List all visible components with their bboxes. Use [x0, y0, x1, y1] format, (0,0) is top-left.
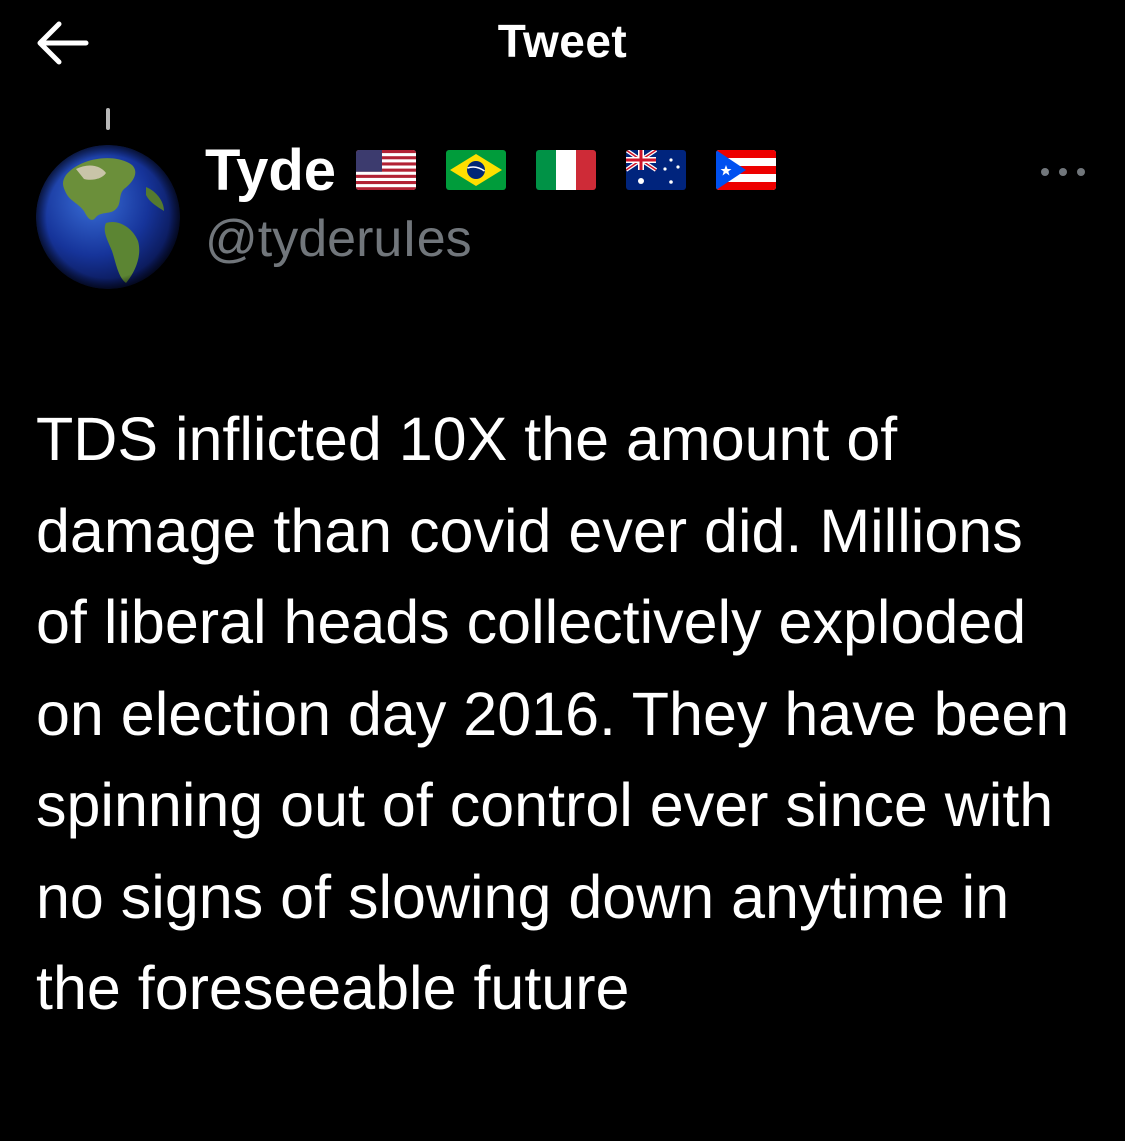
us-flag-icon: [356, 150, 417, 190]
brazil-flag-icon: [446, 150, 507, 190]
puerto-rico-flag-icon: [716, 150, 777, 190]
globe-avatar-icon: [36, 145, 180, 289]
author-info: Tyde @tyderuIes: [205, 135, 806, 269]
australia-flag-icon: [626, 150, 687, 190]
name-row: Tyde: [205, 135, 806, 205]
author-handle[interactable]: @tyderuIes: [205, 209, 806, 269]
page-title: Tweet: [497, 15, 628, 67]
more-dots-icon: [1041, 168, 1085, 176]
tweet-text: TDS inflicted 10X the amount of damage t…: [36, 405, 1070, 1022]
avatar[interactable]: [36, 145, 180, 289]
top-navigation-bar: Tweet: [0, 0, 1125, 90]
display-name[interactable]: Tyde: [205, 137, 336, 204]
italy-flag-icon: [536, 150, 597, 190]
thread-connector-line: [106, 108, 110, 130]
more-options-button[interactable]: [1038, 160, 1088, 184]
